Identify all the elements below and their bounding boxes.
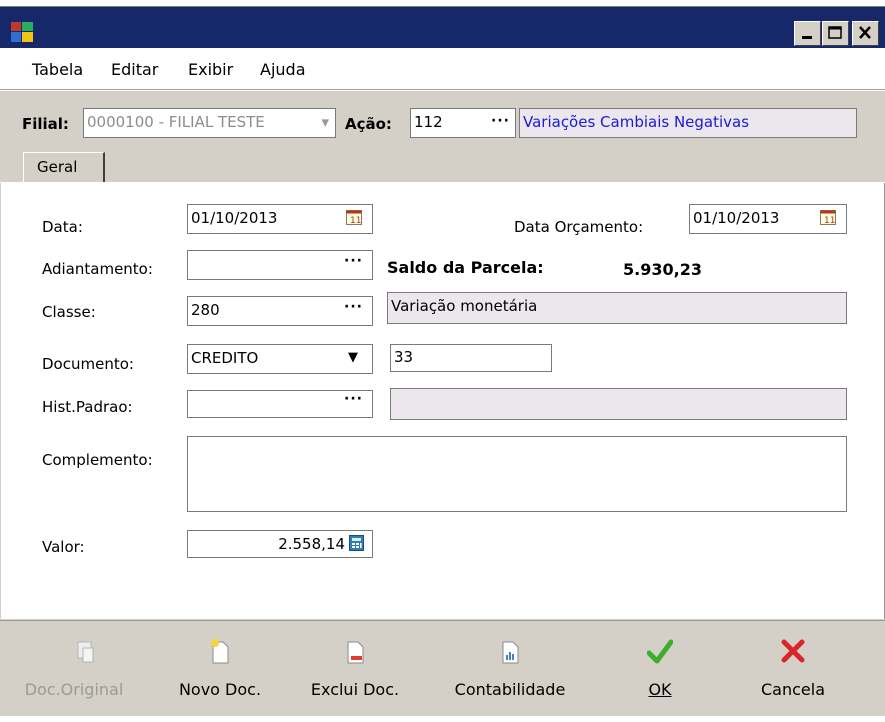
calendar-icon[interactable]: 11	[820, 210, 836, 225]
classe-description: Variação monetária	[387, 292, 847, 324]
valor-field[interactable]: 2.558,14	[187, 530, 373, 558]
svg-text:11: 11	[350, 216, 361, 225]
documento-select[interactable]: CREDITO ▼	[187, 344, 373, 374]
svg-text:11: 11	[824, 216, 835, 225]
data-value: 01/10/2013	[191, 209, 278, 227]
classe-value: 280	[191, 301, 220, 319]
contabilidade-label: Contabilidade	[454, 680, 566, 699]
cancela-label: Cancela	[760, 680, 825, 699]
classe-description-text: Variação monetária	[391, 297, 538, 315]
calculator-icon[interactable]	[349, 535, 364, 551]
filial-select[interactable]: 0000100 - FILIAL TESTE ▾	[83, 108, 336, 138]
chevron-down-icon: ▼	[348, 350, 358, 365]
saldo-label: Saldo da Parcela:	[387, 258, 544, 277]
menu-exibir[interactable]: Exibir	[188, 60, 233, 79]
novo-doc-label: Novo Doc.	[178, 680, 262, 699]
doc-original-button[interactable]: Doc.Original	[25, 638, 145, 708]
close-icon	[859, 26, 871, 39]
acao-lookup-button[interactable]: ···	[491, 113, 510, 129]
acao-description: Variações Cambiais Negativas	[519, 108, 857, 138]
window-bottom-edge	[0, 716, 885, 722]
window-top-edge	[0, 0, 885, 7]
document-copy-icon	[77, 641, 94, 663]
acao-value: 112	[414, 113, 443, 131]
exclui-doc-button[interactable]: Exclui Doc.	[300, 638, 410, 708]
exclui-doc-label: Exclui Doc.	[310, 680, 400, 699]
ok-button[interactable]: OK	[625, 638, 695, 708]
adiantamento-label: Adiantamento:	[42, 260, 153, 278]
acao-description-text: Variações Cambiais Negativas	[523, 113, 750, 131]
doc-original-label: Doc.Original	[24, 680, 124, 699]
cancela-button[interactable]: Cancela	[748, 638, 838, 708]
menu-editar[interactable]: Editar	[111, 60, 158, 79]
data-orcamento-label: Data Orçamento:	[514, 218, 644, 236]
chevron-down-icon: ▾	[321, 113, 329, 131]
valor-value: 2.558,14	[278, 535, 345, 553]
ok-label: OK	[648, 680, 672, 699]
filial-value: 0000100 - FILIAL TESTE	[87, 113, 265, 131]
title-bar[interactable]	[0, 7, 885, 48]
chart-document-icon	[502, 641, 519, 664]
hist-padrao-label: Hist.Padrao:	[42, 398, 133, 416]
maximize-icon	[828, 26, 842, 39]
tab-geral-label: Geral	[37, 158, 78, 176]
contabilidade-button[interactable]: Contabilidade	[445, 638, 575, 708]
app-icon	[11, 22, 33, 42]
delete-document-icon	[347, 641, 364, 664]
documento-label: Documento:	[42, 355, 134, 373]
minimize-button[interactable]	[794, 21, 821, 46]
data-orcamento-value: 01/10/2013	[693, 209, 780, 227]
hist-padrao-lookup-button[interactable]: ···	[344, 391, 363, 407]
new-document-icon	[211, 639, 229, 664]
maximize-button[interactable]	[822, 21, 849, 46]
documento-numero-field[interactable]: 33	[390, 344, 552, 372]
menu-ajuda[interactable]: Ajuda	[260, 60, 306, 79]
complemento-textarea[interactable]	[187, 436, 847, 512]
acao-label: Ação:	[345, 115, 392, 133]
hist-padrao-description	[390, 388, 847, 420]
checkmark-icon	[647, 639, 673, 664]
adiantamento-lookup-button[interactable]: ···	[344, 253, 363, 269]
application-window: Tabela Editar Exibir Ajuda Filial: 00001…	[0, 0, 885, 722]
calendar-icon[interactable]: 11	[346, 210, 362, 225]
complemento-label: Complemento:	[42, 451, 153, 469]
minimize-icon	[802, 36, 812, 39]
classe-lookup-button[interactable]: ···	[344, 299, 363, 315]
documento-numero-value: 33	[394, 348, 414, 366]
data-label: Data:	[42, 218, 83, 236]
filial-label: Filial:	[22, 115, 69, 133]
documento-value: CREDITO	[191, 349, 259, 367]
close-button[interactable]	[852, 21, 879, 46]
classe-label: Classe:	[42, 303, 96, 321]
menu-tabela[interactable]: Tabela	[32, 60, 83, 79]
valor-label: Valor:	[42, 538, 85, 556]
cancel-x-icon	[781, 639, 805, 663]
saldo-value: 5.930,23	[623, 260, 702, 279]
novo-doc-button[interactable]: Novo Doc.	[170, 638, 270, 708]
